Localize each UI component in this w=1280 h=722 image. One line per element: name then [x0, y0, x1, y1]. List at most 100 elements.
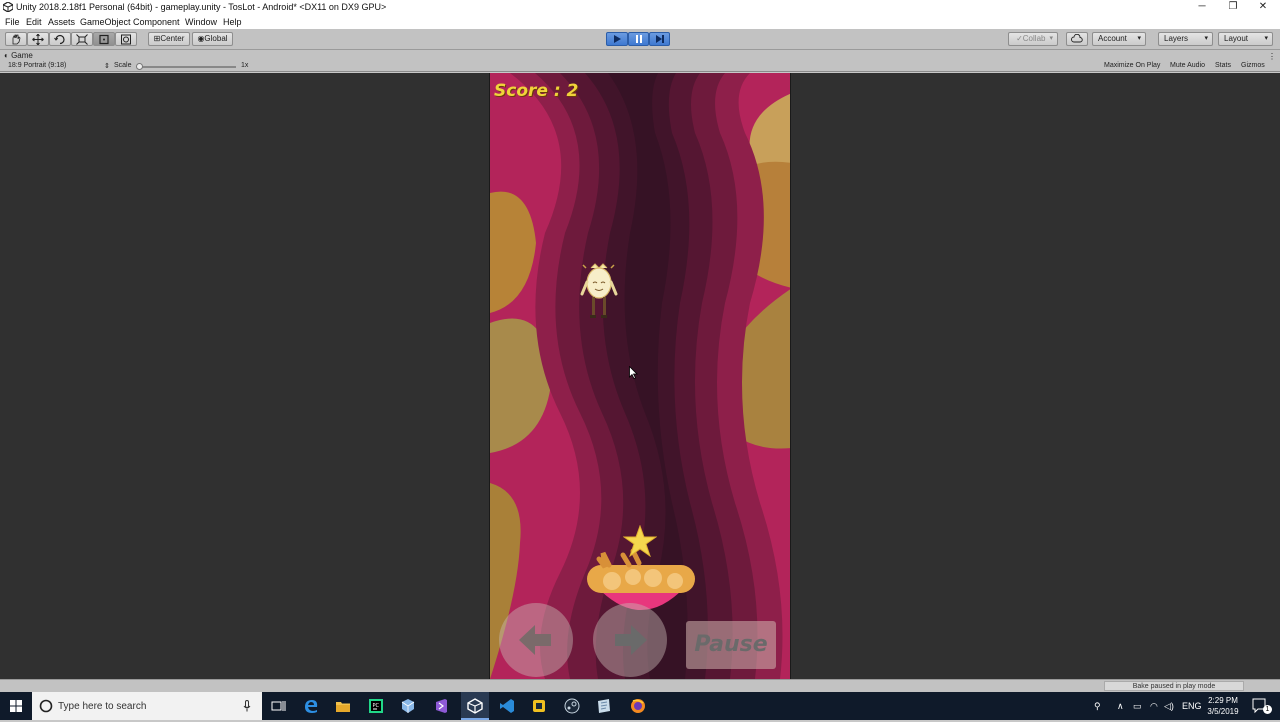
battery-icon[interactable]: ▭ [1133, 701, 1142, 712]
pivot-center-button[interactable]: ⊞Center [148, 32, 190, 46]
menu-help[interactable]: Help [223, 17, 242, 27]
3d-box-app-icon[interactable] [399, 697, 417, 715]
wifi-icon[interactable]: ◠ [1150, 701, 1158, 712]
layout-label: Layout [1224, 34, 1249, 43]
collab-label: Collab [1022, 34, 1046, 43]
scale-icon [76, 34, 88, 45]
microphone-icon [243, 700, 251, 712]
svg-text:PC: PC [373, 703, 380, 709]
game-view: Score : 2 Pause [0, 73, 1280, 679]
account-label: Account [1098, 34, 1127, 43]
rect-transform-icon [99, 34, 109, 45]
toolbar: ⊞Center ◉Global ✓Collab Account Layers L… [0, 29, 1280, 50]
move-tool-button[interactable] [27, 32, 49, 46]
aspect-dropdown[interactable]: 18:9 Portrait (9:18) [8, 62, 66, 69]
gizmos-dropdown[interactable]: Gizmos [1241, 62, 1265, 69]
vscode-icon[interactable] [498, 697, 516, 715]
move-left-button[interactable] [499, 603, 573, 677]
search-placeholder: Type here to search [58, 701, 147, 712]
visual-studio-icon[interactable] [432, 697, 450, 715]
paper-app-icon[interactable] [595, 697, 613, 715]
cortana-circle-icon [39, 699, 53, 713]
volume-icon[interactable]: ◁) [1164, 701, 1174, 712]
windows-logo-icon [10, 700, 22, 712]
menu-edit[interactable]: Edit [26, 17, 42, 27]
people-icon[interactable]: ⚲ [1094, 701, 1101, 712]
pause-icon [635, 35, 642, 43]
game-view-header: ◐ Game 18:9 Portrait (9:18) ⇕ Scale 1x M… [0, 50, 1280, 72]
layers-dropdown[interactable]: Layers [1158, 32, 1213, 46]
transform-tool-button[interactable] [115, 32, 137, 46]
game-tab[interactable]: ◐ Game [4, 51, 33, 61]
cloud-button[interactable] [1066, 32, 1088, 46]
edge-browser-icon[interactable] [302, 697, 320, 715]
maximize-on-play-toggle[interactable]: Maximize On Play [1104, 62, 1160, 69]
account-dropdown[interactable]: Account [1092, 32, 1146, 46]
hand-icon [12, 34, 21, 45]
clock-date: 3/5/2019 [1207, 707, 1239, 716]
rotate-tool-button[interactable] [49, 32, 71, 46]
windows-taskbar: Type here to search PC ⚲ ∧ ▭ ◠ ◁) ENG 2:… [0, 692, 1280, 720]
mouse-cursor-icon [629, 366, 638, 379]
game-canvas[interactable]: Score : 2 Pause [489, 73, 791, 679]
scale-label: Scale [114, 62, 132, 69]
notification-count: 1 [1263, 705, 1272, 714]
game-tab-label: Game [11, 51, 33, 60]
move-right-button[interactable] [593, 603, 667, 677]
menu-gameobject[interactable]: GameObject [80, 17, 131, 27]
status-bar: Bake paused in play mode [0, 679, 1280, 692]
restore-button[interactable]: ❐ [1218, 0, 1248, 15]
menu-assets[interactable]: Assets [48, 17, 75, 27]
scale-slider-handle[interactable] [136, 63, 143, 70]
hand-tool-button[interactable] [5, 32, 27, 46]
space-global-button[interactable]: ◉Global [192, 32, 233, 46]
menu-file[interactable]: File [5, 17, 20, 27]
menu-component[interactable]: Component [133, 17, 180, 27]
star-icon [623, 525, 657, 557]
scale-tool-button[interactable] [71, 32, 93, 46]
step-button[interactable] [649, 32, 670, 46]
pause-game-button[interactable]: Pause [686, 621, 776, 669]
game-tab-icon: ◐ [4, 51, 9, 60]
steam-icon[interactable] [563, 697, 581, 715]
move-arrows-icon [32, 34, 44, 45]
window-title: Unity 2018.2.18f1 Personal (64bit) - gam… [16, 2, 387, 12]
mute-audio-toggle[interactable]: Mute Audio [1170, 62, 1205, 69]
clock[interactable]: 2:29 PM 3/5/2019 [1200, 695, 1246, 717]
minimize-button[interactable]: ─ [1187, 0, 1217, 15]
score-label: Score : 2 [494, 81, 579, 101]
unity-icon [467, 698, 483, 714]
yellow-app-icon[interactable] [530, 697, 548, 715]
unity-logo-icon [3, 2, 13, 12]
space-label: Global [204, 34, 228, 43]
show-hidden-icons-icon[interactable]: ∧ [1117, 701, 1124, 712]
status-message: Bake paused in play mode [1104, 681, 1244, 691]
close-button[interactable]: ✕ [1248, 0, 1278, 15]
aspect-dropdown-arrow-icon: ⇕ [104, 63, 110, 70]
task-view-icon[interactable] [269, 697, 287, 715]
collab-dropdown[interactable]: ✓Collab [1008, 32, 1058, 46]
unity-taskbar-item[interactable] [461, 692, 489, 720]
layout-dropdown[interactable]: Layout [1218, 32, 1273, 46]
clock-time: 2:29 PM [1208, 696, 1238, 705]
menu-bar: File Edit Assets GameObject Component Wi… [0, 15, 1280, 29]
rect-tool-button[interactable] [93, 32, 115, 46]
layers-label: Layers [1164, 34, 1189, 43]
language-indicator[interactable]: ENG [1182, 701, 1202, 711]
arrow-left-icon [519, 625, 551, 655]
collab-check-icon: ✓ [1016, 34, 1023, 43]
step-icon [655, 35, 664, 43]
stats-toggle[interactable]: Stats [1215, 62, 1231, 69]
taskbar-search-box[interactable]: Type here to search [32, 692, 262, 720]
file-explorer-icon[interactable] [334, 697, 352, 715]
menu-window[interactable]: Window [185, 17, 217, 27]
pycharm-icon[interactable]: PC [367, 697, 385, 715]
scale-slider-track[interactable] [138, 66, 236, 68]
play-button[interactable] [606, 32, 628, 46]
action-center-button[interactable]: 1 [1250, 696, 1272, 716]
panel-menu-icon[interactable]: ⋮ [1268, 52, 1276, 61]
start-button[interactable] [0, 692, 32, 720]
rotate-icon [54, 34, 65, 45]
firefox-icon[interactable] [629, 697, 647, 715]
pause-editor-button[interactable] [628, 32, 649, 46]
